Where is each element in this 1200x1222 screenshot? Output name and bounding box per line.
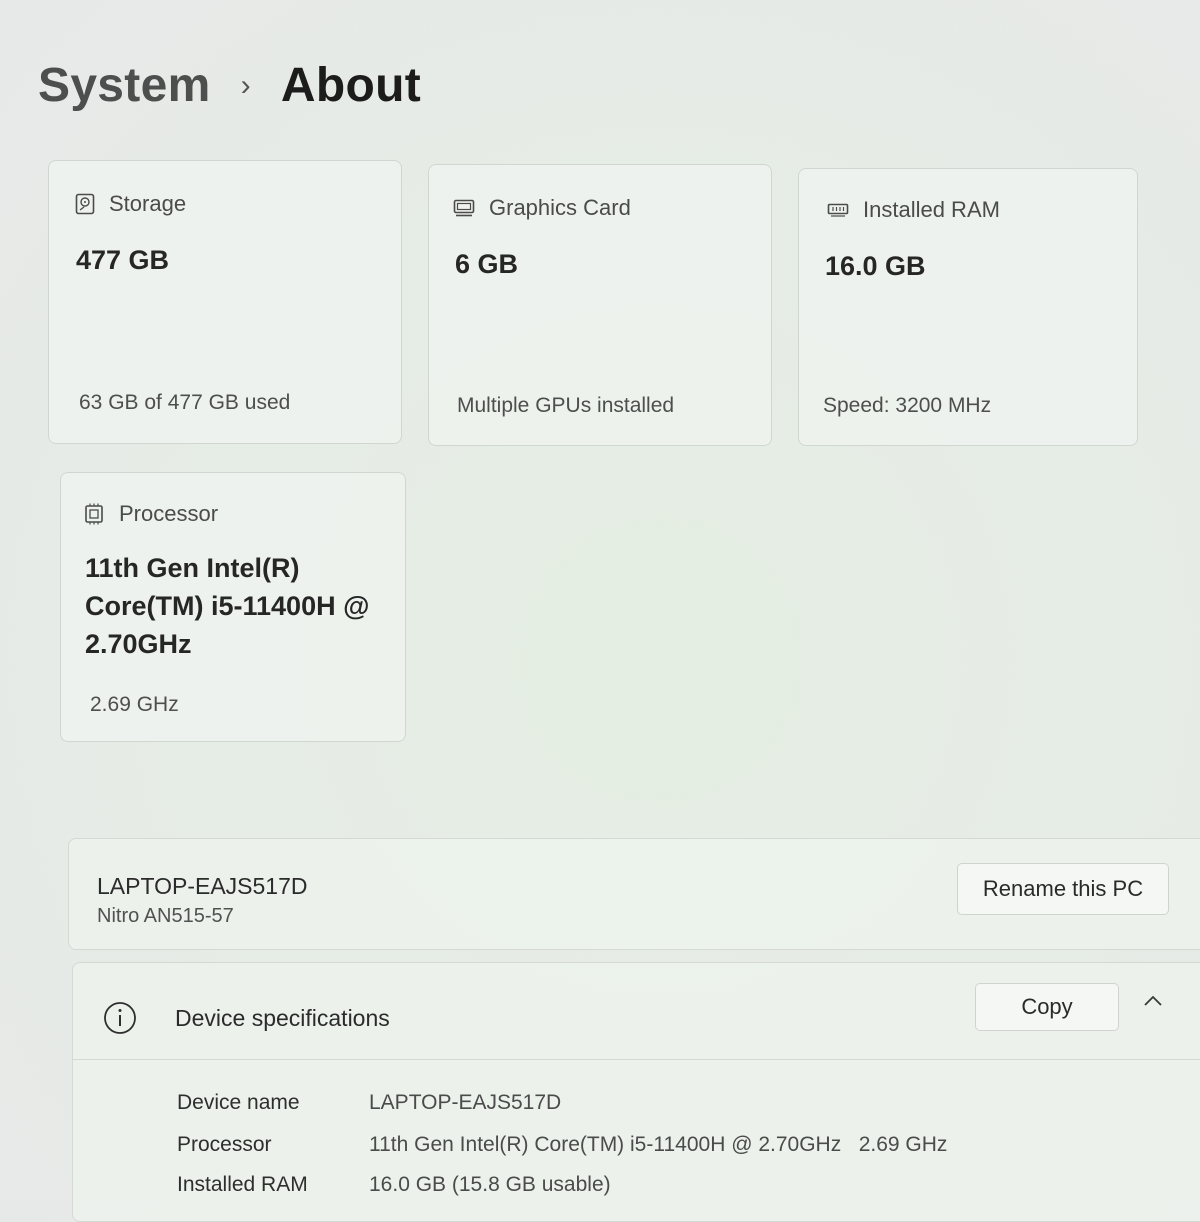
page-title: About bbox=[280, 59, 421, 112]
graphics-label-row: Graphics Card bbox=[453, 195, 631, 221]
storage-card: Storage 477 GB 63 GB of 477 GB used bbox=[48, 160, 402, 444]
graphics-label: Graphics Card bbox=[489, 195, 631, 220]
ram-card: Installed RAM 16.0 GB Speed: 3200 MHz bbox=[798, 168, 1138, 446]
breadcrumb: System › About bbox=[38, 58, 421, 113]
graphics-card-icon bbox=[453, 199, 475, 217]
storage-value: 477 GB bbox=[76, 245, 170, 275]
ram-value: 16.0 GB bbox=[825, 251, 926, 281]
ram-icon bbox=[827, 203, 849, 217]
pc-model: Nitro AN515-57 bbox=[97, 905, 234, 927]
graphics-value: 6 GB bbox=[455, 249, 519, 279]
processor-label: Processor bbox=[119, 501, 219, 526]
device-specifications-panel: Device specifications Copy Device name L… bbox=[72, 962, 1200, 1222]
spec-key: Installed RAM bbox=[177, 1173, 308, 1196]
info-icon bbox=[103, 1001, 137, 1040]
pc-name: LAPTOP-EAJS517D bbox=[97, 873, 308, 899]
storage-icon bbox=[75, 193, 95, 215]
processor-value-line: 11th Gen Intel(R) bbox=[85, 553, 300, 583]
ram-label-row: Installed RAM bbox=[827, 197, 1000, 223]
storage-usage: 63 GB of 477 GB used bbox=[79, 391, 291, 414]
storage-label-row: Storage bbox=[75, 191, 186, 217]
spec-row-installed-ram: Installed RAM 16.0 GB (15.8 GB usable) bbox=[177, 1173, 611, 1197]
spec-divider bbox=[73, 1059, 1200, 1060]
ram-speed: Speed: 3200 MHz bbox=[823, 394, 992, 417]
rename-pc-button[interactable]: Rename this PC bbox=[957, 863, 1169, 915]
spec-key: Device name bbox=[177, 1091, 300, 1114]
breadcrumb-separator-icon: › bbox=[240, 68, 251, 102]
device-specifications-title[interactable]: Device specifications bbox=[175, 1005, 390, 1032]
spec-value[interactable]: 16.0 GB (15.8 GB usable) bbox=[369, 1173, 611, 1197]
processor-card: Processor 11th Gen Intel(R) Core(TM) i5-… bbox=[60, 472, 406, 742]
chevron-up-icon[interactable] bbox=[1141, 993, 1165, 1014]
processor-value-line: Core(TM) i5-11400H @ bbox=[85, 591, 370, 621]
ram-label: Installed RAM bbox=[863, 197, 1000, 222]
processor-icon bbox=[83, 503, 105, 525]
spec-row-device-name: Device name LAPTOP-EAJS517D bbox=[177, 1091, 561, 1115]
processor-label-row: Processor bbox=[83, 501, 218, 527]
spec-row-processor: Processor 11th Gen Intel(R) Core(TM) i5-… bbox=[177, 1133, 947, 1157]
graphics-card: Graphics Card 6 GB Multiple GPUs install… bbox=[428, 164, 772, 446]
graphics-gpus-note: Multiple GPUs installed bbox=[457, 394, 675, 417]
spec-value[interactable]: 11th Gen Intel(R) Core(TM) i5-11400H @ 2… bbox=[369, 1133, 947, 1157]
pc-name-panel: LAPTOP-EAJS517D Nitro AN515-57 Rename th… bbox=[68, 838, 1200, 950]
processor-value: 11th Gen Intel(R) Core(TM) i5-11400H @ 2… bbox=[85, 549, 369, 663]
spec-key: Processor bbox=[177, 1133, 272, 1156]
storage-label: Storage bbox=[109, 191, 187, 216]
processor-value-line: 2.70GHz bbox=[85, 629, 192, 659]
copy-specs-button[interactable]: Copy bbox=[975, 983, 1119, 1031]
processor-speed: 2.69 GHz bbox=[90, 693, 179, 716]
spec-value[interactable]: LAPTOP-EAJS517D bbox=[369, 1091, 561, 1115]
breadcrumb-system-link[interactable]: System bbox=[38, 58, 211, 113]
